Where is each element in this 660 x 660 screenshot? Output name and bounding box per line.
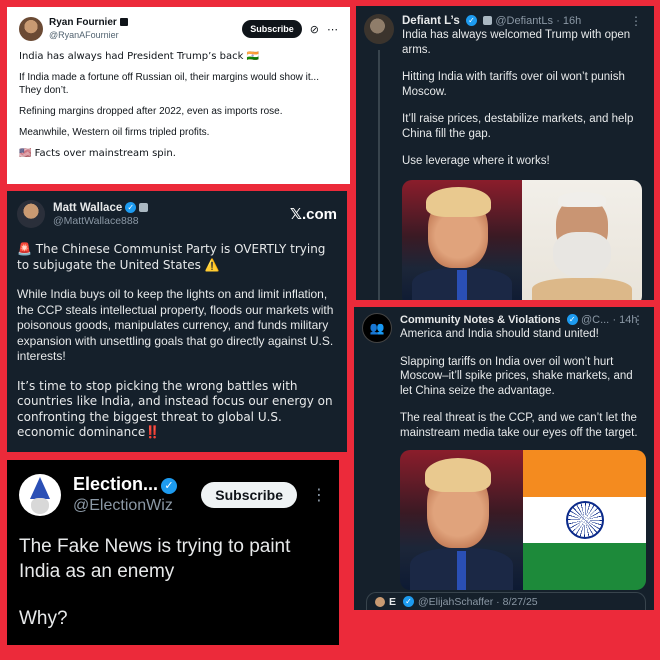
tweet-text: It’ll raise prices, destabilize markets,… [402, 113, 634, 140]
trump-photo[interactable] [400, 450, 523, 590]
tweet-text: The real threat is the CCP, and we can’t… [400, 412, 638, 439]
more-options-icon[interactable]: ⋮ [632, 313, 644, 327]
verified-badge-icon: ✓ [465, 15, 477, 27]
tweet-text: While India buys oil to keep the lights … [17, 287, 334, 363]
author-handle[interactable]: @RyanAFournier [49, 29, 242, 41]
tweet-content: Defiant L’s ✓ @DefiantLs · 16h India has… [402, 14, 644, 300]
tweet-text: 🇺🇸 Facts over mainstream spin. [19, 147, 176, 159]
tweet-card-ryan-fournier[interactable]: Ryan Fournier @RyanAFournier Subscribe ⊘… [7, 7, 350, 184]
author-names: Ryan Fournier @RyanAFournier [49, 17, 242, 41]
author-name[interactable]: Community Notes & Violations [400, 314, 561, 326]
author-handle[interactable]: @C... [581, 314, 609, 326]
wizard-hat-icon [30, 477, 50, 499]
subscribe-button[interactable]: Subscribe [242, 20, 302, 38]
modi-photo[interactable] [522, 179, 642, 300]
more-options-icon[interactable]: ⋮ [630, 14, 642, 28]
verified-badge-icon: ✓ [566, 314, 578, 326]
thread-line [378, 50, 380, 300]
x-logo-icon: 𝕏.com [289, 206, 337, 223]
tweet-media[interactable] [400, 450, 646, 590]
tweet-body: 🚨 The Chinese Communist Party is OVERTLY… [17, 230, 337, 441]
affiliate-badge-icon [483, 16, 493, 26]
author-names: Election... ✓ @ElectionWiz [73, 474, 201, 516]
tweet-body: India has always had President Trump’s b… [19, 44, 338, 160]
author-name[interactable]: Defiant L’s [402, 15, 460, 27]
tweet-card-election-wizard[interactable]: Election... ✓ @ElectionWiz Subscribe ⋮ Th… [7, 460, 339, 645]
avatar[interactable] [364, 14, 394, 44]
tweet-text: Hitting India with tariffs over oil won’… [402, 71, 625, 98]
quoted-tweet[interactable]: E ✓ @ElijahSchaffer · 8/27/25 [366, 592, 646, 610]
affiliate-badge-icon [139, 202, 149, 212]
author-handle[interactable]: @MattWallace888 [53, 215, 290, 228]
avatar[interactable] [19, 17, 43, 41]
avatar[interactable] [17, 200, 45, 228]
more-options-icon[interactable]: ⋮ [311, 485, 327, 505]
tweet-text: Slapping tariffs on India over oil won’t… [400, 355, 633, 397]
tweet-text: America and India should stand united! [400, 328, 599, 340]
india-flag-image[interactable] [523, 450, 646, 590]
tweet-body: The Fake News is trying to paint India a… [19, 520, 327, 631]
avatar[interactable] [19, 474, 61, 516]
tweet-card-matt-wallace[interactable]: Matt Wallace ✓ @MattWallace888 𝕏.com 🚨 Th… [7, 191, 347, 452]
verified-badge-icon: ✓ [161, 477, 178, 494]
tweet-text: Use leverage where it works! [402, 155, 550, 167]
author-handle[interactable]: @ElectionWiz [73, 496, 201, 516]
quoted-author-name: E [389, 595, 397, 608]
tweet-card-defiant-ls[interactable]: ⋮ Defiant L’s ✓ @DefiantLs · 16h India h… [356, 6, 654, 300]
tweet-text: Meanwhile, Western oil firms tripled pro… [19, 126, 210, 138]
tweet-header: Defiant L’s ✓ @DefiantLs · 16h India has… [364, 14, 644, 300]
tweet-content: Community Notes & Violations ✓ @C... · 1… [400, 313, 646, 590]
quoted-avatar [375, 596, 385, 607]
author-name[interactable]: Election... [73, 474, 158, 494]
author-name[interactable]: Matt Wallace [53, 202, 122, 214]
ashoka-chakra-icon [565, 501, 604, 539]
trump-photo[interactable] [402, 179, 522, 300]
tweet-text: If India made a fortune off Russian oil,… [19, 72, 319, 96]
author-name[interactable]: Ryan Fournier [49, 17, 117, 28]
tweet-header: Matt Wallace ✓ @MattWallace888 𝕏.com [17, 198, 337, 230]
more-options-icon[interactable]: ⋯ [327, 23, 338, 36]
tweet-text: 🚨 The Chinese Communist Party is OVERTLY… [17, 242, 326, 272]
tweet-text: India has always had President Trump’s b… [19, 51, 260, 62]
author-names: Matt Wallace ✓ @MattWallace888 [53, 201, 290, 228]
tweet-text: It’s time to stop picking the wrong batt… [17, 378, 333, 440]
verified-badge-icon [119, 18, 128, 27]
verified-badge-icon: ✓ [125, 201, 137, 213]
subscribe-button[interactable]: Subscribe [201, 482, 297, 508]
tweet-text: The Fake News is trying to paint India a… [19, 536, 291, 582]
tweet-media[interactable] [402, 179, 642, 300]
tweet-text: Why? [19, 608, 68, 629]
tweet-text: India has always welcomed Trump with ope… [402, 29, 631, 56]
author-handle[interactable]: @DefiantLs [495, 15, 553, 27]
tweet-header: 👥 Community Notes & Violations ✓ @C... ·… [362, 313, 646, 590]
verified-badge-icon: ✓ [403, 596, 415, 607]
tweet-text: Refining margins dropped after 2022, eve… [19, 105, 283, 117]
timestamp[interactable]: · 16h [556, 15, 581, 27]
quoted-handle-date: @ElijahSchaffer · 8/27/25 [418, 595, 538, 608]
grok-icon[interactable]: ⊘ [310, 23, 319, 36]
tweet-header: Ryan Fournier @RyanAFournier Subscribe ⊘… [19, 14, 338, 44]
tweet-card-community-notes[interactable]: ⋮ 👥 Community Notes & Violations ✓ @C...… [354, 307, 654, 610]
avatar[interactable]: 👥 [362, 313, 392, 343]
tweet-header: Election... ✓ @ElectionWiz Subscribe ⋮ [19, 470, 327, 520]
